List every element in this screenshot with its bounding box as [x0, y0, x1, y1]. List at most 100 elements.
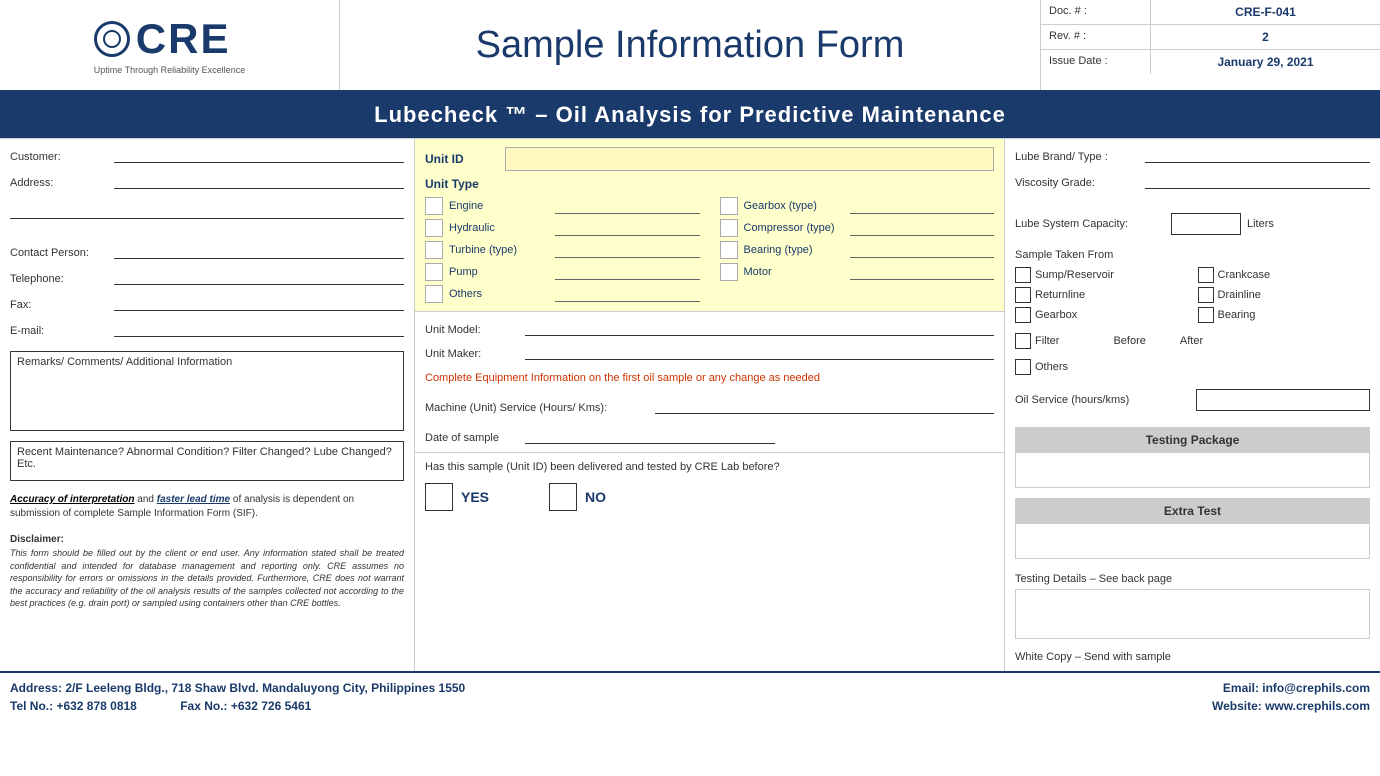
- oil-service-label: Oil Service (hours/kms): [1015, 394, 1190, 406]
- telephone-input[interactable]: [114, 269, 404, 285]
- turbine-line[interactable]: [555, 242, 700, 258]
- filter-row: Filter Before After: [1015, 333, 1370, 349]
- remarks-title: Remarks/ Comments/ Additional Informatio…: [17, 356, 397, 368]
- bearing-label: Bearing (type): [744, 244, 844, 256]
- others-sample-checkbox[interactable]: [1015, 359, 1031, 375]
- date-row: Date of sample: [425, 428, 994, 444]
- hydraulic-line[interactable]: [555, 220, 700, 236]
- footer-tel-fax: Tel No.: +632 878 0818 Fax No.: +632 726…: [10, 699, 465, 713]
- no-label: NO: [585, 489, 606, 505]
- accuracy-text2: and: [137, 494, 156, 505]
- unit-maker-input[interactable]: [525, 344, 994, 360]
- contact-input[interactable]: [114, 243, 404, 259]
- testing-package-header: Testing Package: [1016, 428, 1369, 452]
- unit-model-row: Unit Model:: [425, 320, 994, 336]
- customer-label: Customer:: [10, 151, 110, 163]
- bearing-sample-checkbox[interactable]: [1198, 307, 1214, 323]
- gearbox-sample-checkbox[interactable]: [1015, 307, 1031, 323]
- unit-id-label: Unit ID: [425, 152, 505, 166]
- others-label: Others: [449, 288, 549, 300]
- fax-input[interactable]: [114, 295, 404, 311]
- gearbox-checkbox[interactable]: [720, 197, 738, 215]
- turbine-checkbox[interactable]: [425, 241, 443, 259]
- footer-tel: Tel No.: +632 878 0818: [10, 699, 137, 713]
- date-input[interactable]: [525, 428, 775, 444]
- hydraulic-label: Hydraulic: [449, 222, 549, 234]
- testing-details-box[interactable]: [1015, 589, 1370, 639]
- accuracy-text1: Accuracy of interpretation: [10, 494, 134, 505]
- others-line[interactable]: [555, 286, 700, 302]
- email-input[interactable]: [114, 321, 404, 337]
- yes-checkbox[interactable]: [425, 483, 453, 511]
- address-input-2[interactable]: [10, 203, 404, 219]
- sump-checkbox[interactable]: [1015, 267, 1031, 283]
- white-section: Unit Model: Unit Maker: Complete Equipme…: [415, 312, 1004, 452]
- service-input[interactable]: [655, 398, 994, 414]
- oil-service-input[interactable]: [1196, 389, 1370, 411]
- motor-checkbox[interactable]: [720, 263, 738, 281]
- unit-model-input[interactable]: [525, 320, 994, 336]
- sample-sump: Sump/Reservoir: [1015, 267, 1188, 283]
- testing-details-section: Testing Details – See back page: [1015, 573, 1370, 639]
- bearing-line[interactable]: [850, 242, 995, 258]
- no-checkbox[interactable]: [549, 483, 577, 511]
- fax-label: Fax:: [10, 299, 110, 311]
- recent-box[interactable]: Recent Maintenance? Abnormal Condition? …: [10, 441, 404, 481]
- header: CRE Uptime Through Reliability Excellenc…: [0, 0, 1380, 92]
- pump-checkbox[interactable]: [425, 263, 443, 281]
- compressor-line[interactable]: [850, 220, 995, 236]
- yes-no-row: YES NO: [425, 483, 994, 511]
- oil-service-row: Oil Service (hours/kms): [1015, 389, 1370, 411]
- after-label: After: [1180, 335, 1203, 347]
- drainline-checkbox[interactable]: [1198, 287, 1214, 303]
- filter-label: Filter: [1035, 335, 1059, 347]
- viscosity-input[interactable]: [1145, 173, 1370, 189]
- disclaimer-title: Disclaimer:: [10, 533, 404, 547]
- pump-line[interactable]: [555, 264, 700, 280]
- extra-test-content[interactable]: [1016, 523, 1369, 558]
- others-checkbox[interactable]: [425, 285, 443, 303]
- yes-box: YES: [425, 483, 489, 511]
- unit-types-grid: Engine Gearbox (type) Hydraulic: [425, 197, 994, 303]
- lube-system-unit: Liters: [1247, 218, 1274, 230]
- rev-label: Rev. # :: [1041, 25, 1151, 49]
- main-body: Customer: Address: Contact Person: Telep…: [0, 138, 1380, 671]
- engine-checkbox[interactable]: [425, 197, 443, 215]
- lube-brand-row: Lube Brand/ Type :: [1015, 147, 1370, 163]
- returnline-label: Returnline: [1035, 289, 1085, 301]
- lube-brand-input[interactable]: [1145, 147, 1370, 163]
- remarks-box[interactable]: Remarks/ Comments/ Additional Informatio…: [10, 351, 404, 431]
- address-label: Address:: [10, 177, 110, 189]
- unit-type-others: Others: [425, 285, 700, 303]
- motor-line[interactable]: [850, 264, 995, 280]
- bearing-sample-label: Bearing: [1218, 309, 1256, 321]
- unit-type-engine: Engine: [425, 197, 700, 215]
- unit-type-motor: Motor: [720, 263, 995, 281]
- sample-returnline: Returnline: [1015, 287, 1188, 303]
- date-label: Date of sample: [425, 432, 525, 444]
- address-input[interactable]: [114, 173, 404, 189]
- white-copy: White Copy – Send with sample: [1015, 651, 1370, 663]
- pump-label: Pump: [449, 266, 549, 278]
- rev-value: 2: [1151, 25, 1380, 49]
- sample-bearing: Bearing: [1198, 307, 1371, 323]
- testing-package-content[interactable]: [1016, 452, 1369, 487]
- footer: Address: 2/F Leeleng Bldg., 718 Shaw Blv…: [0, 671, 1380, 721]
- unit-type-compressor: Compressor (type): [720, 219, 995, 237]
- doc-value: CRE-F-041: [1151, 0, 1380, 24]
- compressor-checkbox[interactable]: [720, 219, 738, 237]
- returnline-checkbox[interactable]: [1015, 287, 1031, 303]
- lube-system-input[interactable]: [1171, 213, 1241, 235]
- hydraulic-checkbox[interactable]: [425, 219, 443, 237]
- sample-taken-title: Sample Taken From: [1015, 249, 1370, 261]
- unit-id-input[interactable]: [505, 147, 994, 171]
- engine-line[interactable]: [555, 198, 700, 214]
- unit-maker-label: Unit Maker:: [425, 348, 525, 360]
- filter-checkbox[interactable]: [1015, 333, 1031, 349]
- email-row: E-mail:: [10, 321, 404, 337]
- customer-input[interactable]: [114, 147, 404, 163]
- crankcase-checkbox[interactable]: [1198, 267, 1214, 283]
- bearing-checkbox[interactable]: [720, 241, 738, 259]
- gearbox-line[interactable]: [850, 198, 995, 214]
- footer-left: Address: 2/F Leeleng Bldg., 718 Shaw Blv…: [10, 681, 465, 713]
